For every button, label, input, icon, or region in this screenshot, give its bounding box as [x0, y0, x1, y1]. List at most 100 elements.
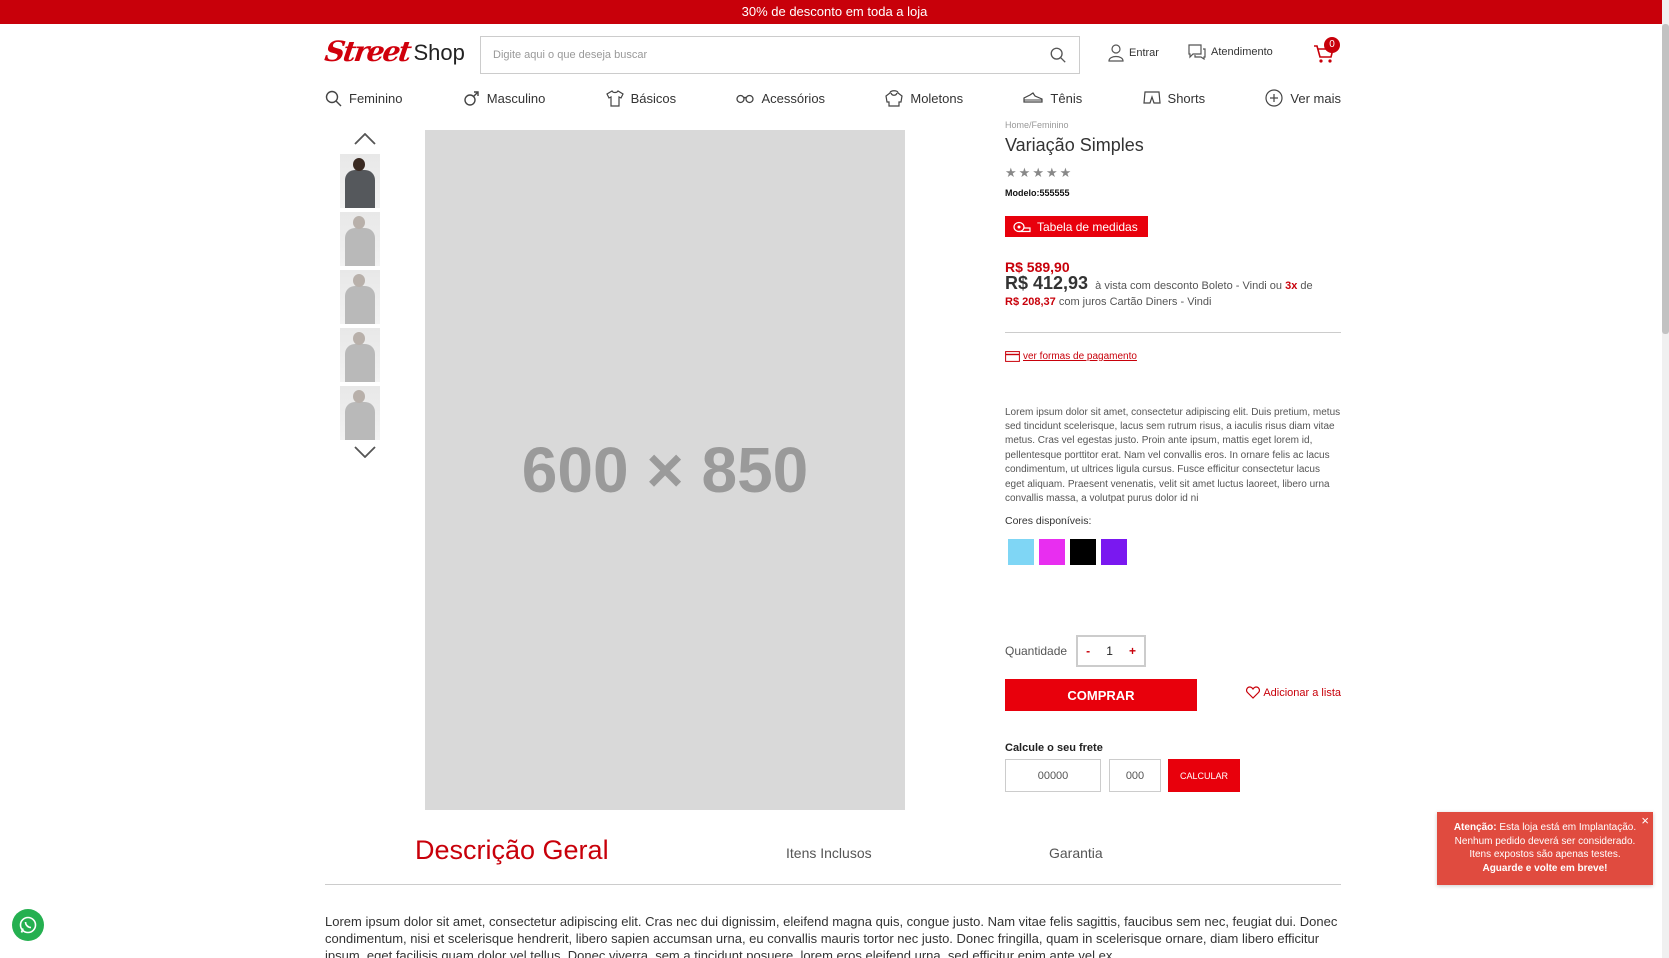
calculate-shipping-button[interactable]: CALCULAR — [1168, 759, 1240, 792]
search-input[interactable] — [481, 37, 1079, 73]
tab-garantia[interactable]: Garantia — [1049, 845, 1103, 861]
star-icon: ★ — [1045, 165, 1058, 180]
login-label: Entrar — [1129, 47, 1159, 59]
nav-item-basicos[interactable]: Básicos — [605, 89, 676, 107]
implantation-notice: × Atenção: Esta loja está em Implantação… — [1437, 812, 1653, 885]
search-icon — [325, 90, 342, 106]
quantity-stepper: - 1 + — [1076, 635, 1147, 667]
quantity-increase-button[interactable]: + — [1129, 644, 1136, 658]
product-tabs: Descrição Geral Itens Inclusos Garantia — [325, 835, 1341, 885]
whatsapp-button[interactable] — [12, 909, 44, 941]
price-cash: R$ 412,93 — [1005, 272, 1089, 293]
promo-text: 30% de desconto em toda a loja — [741, 4, 928, 19]
tab-descricao-geral[interactable]: Descrição Geral — [415, 835, 609, 866]
search-box — [480, 36, 1080, 74]
wishlist-label: Adicionar a lista — [1263, 686, 1341, 699]
add-to-wishlist-link[interactable]: Adicionar a lista — [1246, 686, 1341, 699]
nav-item-tenis[interactable]: Tênis — [1023, 91, 1082, 106]
nav-label: Moletons — [910, 90, 964, 106]
color-swatch[interactable] — [1070, 539, 1096, 566]
quantity-value[interactable]: 1 — [1106, 644, 1113, 658]
plus-circle-icon — [1265, 89, 1284, 107]
color-swatch[interactable] — [1039, 539, 1065, 566]
store-logo[interactable]: Street Shop — [322, 35, 465, 68]
support-label: Atendimento — [1211, 46, 1273, 58]
buy-label: COMPRAR — [1067, 687, 1135, 703]
nav-label: Acessórios — [761, 90, 826, 106]
thumbnail[interactable] — [340, 154, 380, 208]
nav-item-moletons[interactable]: Moletons — [885, 89, 964, 107]
cep-field-main[interactable]: 00000 — [1005, 759, 1101, 792]
star-icon: ★ — [1018, 165, 1031, 180]
color-swatches — [1005, 539, 1341, 566]
installments-de: de — [1300, 279, 1313, 292]
nav-label: Shorts — [1167, 90, 1206, 106]
cart-count-badge: 0 — [1324, 37, 1340, 53]
measuring-tape-icon — [1013, 221, 1031, 232]
quantity-decrease-button[interactable]: - — [1086, 644, 1090, 658]
sneaker-icon — [1023, 92, 1044, 103]
nav-item-acessorios[interactable]: Acessórios — [736, 91, 825, 106]
product-description: Lorem ipsum dolor sit amet, consectetur … — [1005, 406, 1341, 504]
search-icon[interactable] — [1049, 46, 1067, 64]
payment-methods-link[interactable]: ver formas de pagamento — [1005, 351, 1341, 362]
payment-link-label: ver formas de pagamento — [1023, 350, 1137, 362]
size-table-button[interactable]: Tabela de medidas — [1005, 216, 1148, 237]
nav-item-feminino[interactable]: Feminino — [325, 90, 402, 107]
color-swatch[interactable] — [1008, 539, 1034, 566]
promo-bar: 30% de desconto em toda a loja — [0, 0, 1669, 24]
size-table-label: Tabela de medidas — [1037, 219, 1138, 234]
nav-item-shorts[interactable]: Shorts — [1142, 90, 1206, 106]
divider — [1005, 331, 1341, 333]
glasses-icon — [736, 94, 755, 104]
chevron-down-icon[interactable] — [354, 446, 376, 458]
installment-value: R$ 208,37 — [1005, 295, 1056, 308]
tab-itens-inclusos[interactable]: Itens Inclusos — [786, 845, 872, 861]
logo-mark: Street — [322, 35, 412, 68]
chevron-up-icon[interactable] — [354, 133, 376, 145]
heart-icon — [1246, 686, 1261, 699]
chat-icon — [1188, 44, 1206, 60]
site-header: Street Shop Entrar Atendimento 0 — [0, 24, 1669, 84]
nav-item-ver-mais[interactable]: Ver mais — [1265, 89, 1341, 107]
male-symbol-icon — [464, 90, 479, 106]
hoodie-icon — [885, 89, 904, 107]
whatsapp-icon — [19, 916, 37, 934]
thumbnail[interactable] — [340, 328, 380, 382]
color-swatch[interactable] — [1101, 539, 1127, 566]
thumbnail[interactable] — [340, 386, 380, 440]
star-icon: ★ — [1032, 165, 1044, 180]
nav-label: Feminino — [349, 90, 403, 106]
freight-label: Calcule o seu frete — [1005, 742, 1103, 754]
price-cash-text: à vista com desconto Boleto - Vindi ou — [1095, 279, 1283, 292]
support-link[interactable]: Atendimento — [1188, 44, 1273, 60]
thumbnail[interactable] — [340, 270, 380, 324]
cep-field-suffix[interactable]: 000 — [1109, 759, 1161, 792]
product-info: Home/Feminino Variação Simples ★ ★ ★ ★ ★… — [1005, 120, 1341, 792]
installments-count: 3x — [1285, 279, 1298, 292]
logo-text: Shop — [413, 40, 465, 65]
nav-item-masculino[interactable]: Masculino — [463, 90, 545, 107]
product-main-image[interactable]: 600 × 850 — [425, 130, 905, 810]
breadcrumb: Home/Feminino — [1005, 120, 1341, 130]
thumbnail-gallery — [340, 133, 388, 458]
tshirt-icon — [605, 89, 624, 107]
notice-bold-label: Atenção: — [1453, 822, 1497, 833]
shorts-icon — [1142, 91, 1161, 104]
credit-card-icon — [1005, 350, 1020, 362]
image-placeholder-label: 600 × 850 — [521, 434, 809, 506]
product-model: Modelo:555555 — [1005, 188, 1341, 198]
login-link[interactable]: Entrar — [1108, 44, 1159, 62]
page-scrollbar[interactable] — [1662, 0, 1669, 958]
model-value: 555555 — [1039, 188, 1070, 198]
buy-button[interactable]: COMPRAR — [1005, 679, 1197, 711]
category-nav: Feminino Masculino Básicos Acessórios Mo… — [325, 86, 1341, 110]
breadcrumb-category[interactable]: Feminino — [1032, 120, 1069, 130]
nav-label: Ver mais — [1290, 90, 1341, 106]
price-details: R$ 412,93 à vista com desconto Boleto - … — [1005, 272, 1341, 310]
breadcrumb-home[interactable]: Home — [1005, 120, 1029, 130]
model-label: Modelo: — [1005, 188, 1040, 198]
user-icon — [1108, 44, 1124, 62]
close-icon[interactable]: × — [1641, 814, 1649, 827]
thumbnail[interactable] — [340, 212, 380, 266]
